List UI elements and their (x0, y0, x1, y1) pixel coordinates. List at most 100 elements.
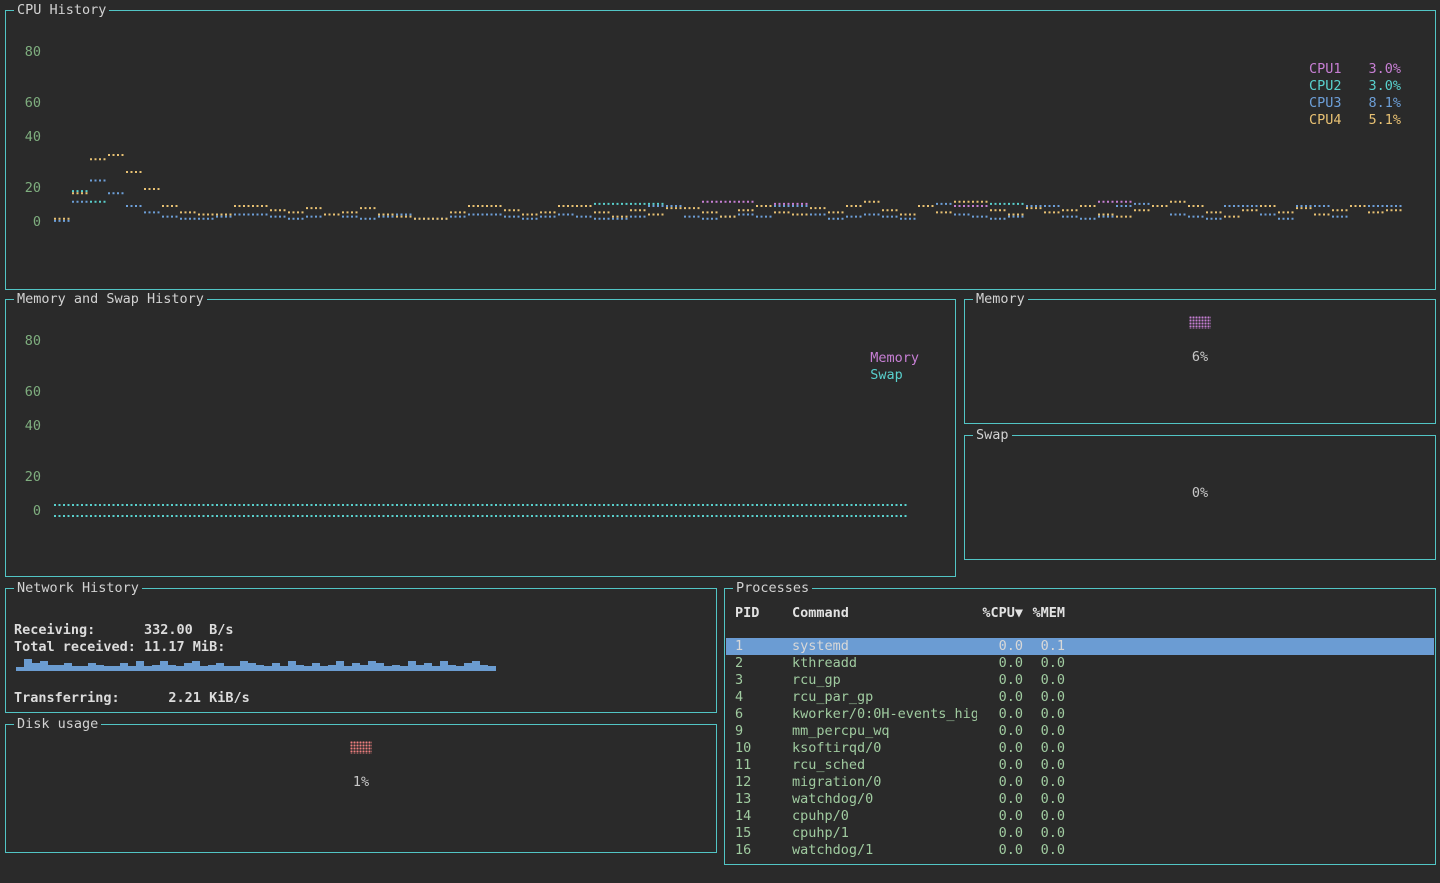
rx-bar (392, 665, 400, 671)
header-pid[interactable]: PID (735, 605, 792, 622)
rx-bar (224, 666, 232, 671)
disk-usage-title: Disk usage (14, 716, 101, 732)
rx-bar (320, 666, 328, 671)
cell-cmd: rcu_gp (792, 672, 977, 689)
process-row[interactable]: 14cpuhp/00.00.0 (726, 808, 1434, 825)
process-row[interactable]: 1systemd0.00.1 (726, 638, 1434, 655)
cell-cmd: watchdog/1 (792, 842, 977, 859)
rx-bar (120, 663, 128, 671)
cpu-legend-row: CPU23.0% (1309, 78, 1401, 95)
cell-cmd: watchdog/0 (792, 791, 977, 808)
swap-gauge-title: Swap (973, 427, 1012, 443)
processes-panel: Processes PID Command %CPU▼ %MEM 1system… (724, 588, 1436, 865)
process-row[interactable]: 15cpuhp/10.00.0 (726, 825, 1434, 842)
cell-pid: 12 (735, 774, 792, 791)
rx-bar (264, 666, 272, 671)
cell-mem: 0.0 (1023, 672, 1065, 689)
cell-cpu: 0.0 (977, 842, 1023, 859)
memory-swap-chart (6, 300, 955, 576)
cell-mem: 0.0 (1023, 655, 1065, 672)
memory-percent: 6% (965, 349, 1435, 365)
process-row[interactable]: 10ksoftirqd/00.00.0 (726, 740, 1434, 757)
cell-pid: 10 (735, 740, 792, 757)
process-row[interactable]: 6kworker/0:0H-events_high0.00.0 (726, 706, 1434, 723)
cpu-legend-row: CPU38.1% (1309, 95, 1401, 112)
cell-mem: 0.1 (1023, 638, 1065, 655)
process-row[interactable]: 13watchdog/00.00.0 (726, 791, 1434, 808)
cell-pid: 6 (735, 706, 792, 723)
cell-mem: 0.0 (1023, 842, 1065, 859)
swap-gauge-panel: Swap 0% (964, 435, 1436, 560)
rx-bar (488, 666, 496, 671)
cell-pid: 14 (735, 808, 792, 825)
system-monitor-app: { "colors":{ "background":"#2a2a2a","bor… (0, 0, 1440, 883)
rx-bar (248, 663, 256, 671)
rx-bar (104, 666, 112, 671)
rx-bar (160, 661, 168, 671)
swap-percent: 0% (965, 485, 1435, 501)
rx-bar (200, 666, 208, 671)
cell-cmd: rcu_sched (792, 757, 977, 774)
network-history-panel: Network History Receiving: 332.00 B/s To… (5, 588, 717, 713)
rx-bar (312, 663, 320, 671)
header-command[interactable]: Command (792, 605, 977, 622)
cell-mem: 0.0 (1023, 723, 1065, 740)
rx-bar (456, 666, 464, 671)
cell-cmd: migration/0 (792, 774, 977, 791)
rx-bar (384, 666, 392, 671)
cpu-history-chart (6, 11, 1435, 289)
cell-pid: 2 (735, 655, 792, 672)
cell-cmd: cpuhp/1 (792, 825, 977, 842)
cell-pid: 1 (735, 638, 792, 655)
rx-bar (296, 665, 304, 671)
rx-bar (472, 661, 480, 671)
cell-pid: 11 (735, 757, 792, 774)
rx-bar (112, 666, 120, 671)
rx-bar (408, 661, 416, 671)
rx-bar (288, 661, 296, 671)
cell-mem: 0.0 (1023, 774, 1065, 791)
rx-bar (400, 666, 408, 671)
cell-mem: 0.0 (1023, 757, 1065, 774)
rx-bar (32, 663, 40, 671)
rx-bar (80, 666, 88, 671)
cell-cpu: 0.0 (977, 825, 1023, 842)
process-row[interactable]: 12migration/00.00.0 (726, 774, 1434, 791)
rx-bar (464, 663, 472, 671)
memory-swap-legend: Memory Swap (870, 350, 919, 384)
memory-gauge-panel: Memory 6% (964, 299, 1436, 424)
rx-bar (440, 661, 448, 671)
network-history-title: Network History (14, 580, 142, 596)
rx-bar (432, 666, 440, 671)
process-row[interactable]: 9mm_percpu_wq0.00.0 (726, 723, 1434, 740)
process-row[interactable]: 4rcu_par_gp0.00.0 (726, 689, 1434, 706)
rx-bar (336, 661, 344, 671)
rx-bar (216, 663, 224, 671)
cell-cpu: 0.0 (977, 791, 1023, 808)
cell-mem: 0.0 (1023, 740, 1065, 757)
process-row[interactable]: 16watchdog/10.00.0 (726, 842, 1434, 859)
cell-cmd: systemd (792, 638, 977, 655)
rx-bar (376, 663, 384, 671)
process-row[interactable]: 3rcu_gp0.00.0 (726, 672, 1434, 689)
disk-percent: 1% (6, 774, 716, 790)
header-cpu-sort[interactable]: %CPU▼ (977, 605, 1023, 622)
rx-bar (424, 663, 432, 671)
rx-bar (448, 665, 456, 671)
cell-pid: 4 (735, 689, 792, 706)
rx-bar (352, 663, 360, 671)
process-row[interactable]: 11rcu_sched0.00.0 (726, 757, 1434, 774)
legend-swap: Swap (870, 367, 919, 384)
rx-bar (64, 663, 72, 671)
rx-bar (48, 665, 56, 671)
network-transferring: Transferring: 2.21 KiB/s (14, 690, 250, 706)
header-mem[interactable]: %MEM (1023, 605, 1065, 622)
memory-swap-history-panel: Memory and Swap History 806040200 Memory… (5, 299, 956, 577)
rx-bar (368, 661, 376, 671)
cell-cmd: cpuhp/0 (792, 808, 977, 825)
rx-bar (280, 666, 288, 671)
rx-bar (208, 665, 216, 671)
rx-bar (328, 665, 336, 671)
process-row[interactable]: 2kthreadd0.00.0 (726, 655, 1434, 672)
cell-cmd: ksoftirqd/0 (792, 740, 977, 757)
